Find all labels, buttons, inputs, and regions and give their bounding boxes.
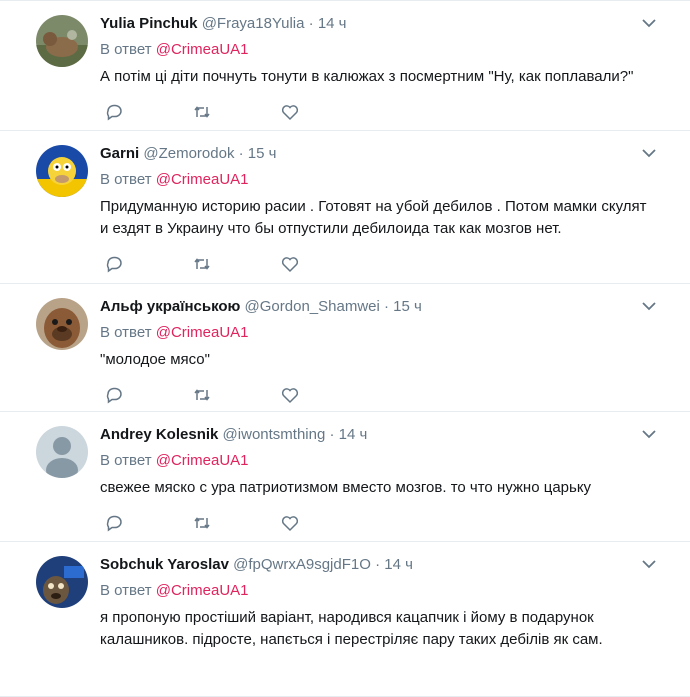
author-name[interactable]: Andrey Kolesnik [100,426,218,443]
separator-dot: · [375,556,381,573]
tweet-text: Придуманную историю расии . Готовят на у… [100,198,647,237]
retweet-icon[interactable] [192,385,212,405]
author-handle[interactable]: @fpQwrxA9sgjdF1O [233,556,371,573]
timestamp[interactable]: 14 ч [384,556,413,573]
chevron-down-icon[interactable] [642,429,656,439]
reply-prefix: В ответ [100,171,152,188]
reply-icon[interactable] [104,385,124,405]
tweet[interactable]: Sobchuk Yaroslav @fpQwrxA9sgjdF1O · 14 ч… [0,542,690,697]
avatar[interactable] [36,298,88,350]
avatar[interactable] [36,426,88,478]
author-name[interactable]: Sobchuk Yaroslav [100,556,229,573]
retweet-icon[interactable] [192,254,212,274]
timestamp[interactable]: 14 ч [339,426,368,443]
separator-dot: · [238,145,244,162]
reply-prefix: В ответ [100,582,152,599]
reply-context: В ответ @CrimeaUA1 [100,323,690,343]
reply-prefix: В ответ [100,452,152,469]
tweet[interactable]: Yulia Pinchuk @Fraya18Yulia · 14 ч В отв… [0,0,690,131]
reply-prefix: В ответ [100,41,152,58]
author-handle[interactable]: @Gordon_Shamwei [245,298,380,315]
reply-context: В ответ @CrimeaUA1 [100,581,690,601]
avatar[interactable] [36,145,88,197]
avatar[interactable] [36,15,88,67]
chevron-down-icon[interactable] [642,148,656,158]
tweet[interactable]: Альф українською @Gordon_Shamwei · 15 ч … [0,284,690,412]
tweet-actions [100,246,690,282]
retweet-icon[interactable] [192,102,212,122]
like-icon[interactable] [280,385,300,405]
author-handle[interactable]: @iwontsmthing [223,426,326,443]
avatar[interactable] [36,556,88,608]
timestamp[interactable]: 15 ч [248,145,277,162]
separator-dot: · [384,298,389,315]
reply-mention-link[interactable]: @CrimeaUA1 [156,324,249,341]
tweet-actions [100,94,690,130]
reply-prefix: В ответ [100,324,152,341]
reply-mention-link[interactable]: @CrimeaUA1 [156,41,249,58]
author-name[interactable]: Yulia Pinchuk [100,15,198,32]
tweet-text: "молодое мясо" [100,351,210,368]
reply-context: В ответ @CrimeaUA1 [100,40,690,60]
like-icon[interactable] [280,102,300,122]
tweet[interactable]: Andrey Kolesnik @iwontsmthing · 14 ч В о… [0,412,690,542]
reply-mention-link[interactable]: @CrimeaUA1 [156,171,249,188]
tweet-text: я пропоную простіший варіант, народився … [100,609,603,648]
like-icon[interactable] [280,513,300,533]
retweet-icon[interactable] [192,513,212,533]
chevron-down-icon[interactable] [642,301,656,311]
chevron-down-icon[interactable] [642,18,656,28]
reply-mention-link[interactable]: @CrimeaUA1 [156,582,249,599]
timestamp[interactable]: 15 ч [393,298,422,315]
author-name[interactable]: Альф українською [100,298,240,315]
tweet-actions [100,377,690,413]
author-handle[interactable]: @Fraya18Yulia [202,15,305,32]
reply-icon[interactable] [104,513,124,533]
tweet-text: свежее мяско с ура патриотизмом вместо м… [100,479,592,496]
reply-context: В ответ @CrimeaUA1 [100,170,690,190]
separator-dot: · [308,15,314,32]
timestamp[interactable]: 14 ч [318,15,347,32]
chevron-down-icon[interactable] [642,559,656,569]
separator-dot: · [329,426,335,443]
tweet[interactable]: Garni @Zemorodok · 15 ч В ответ @CrimeaU… [0,131,690,284]
like-icon[interactable] [280,254,300,274]
reply-mention-link[interactable]: @CrimeaUA1 [156,452,249,469]
author-handle[interactable]: @Zemorodok [143,145,234,162]
tweet-text: А потім ці діти почнуть тонути в калюжах… [100,68,634,85]
reply-icon[interactable] [104,102,124,122]
reply-context: В ответ @CrimeaUA1 [100,451,690,471]
reply-icon[interactable] [104,254,124,274]
tweet-actions [100,505,690,541]
author-name[interactable]: Garni [100,145,139,162]
